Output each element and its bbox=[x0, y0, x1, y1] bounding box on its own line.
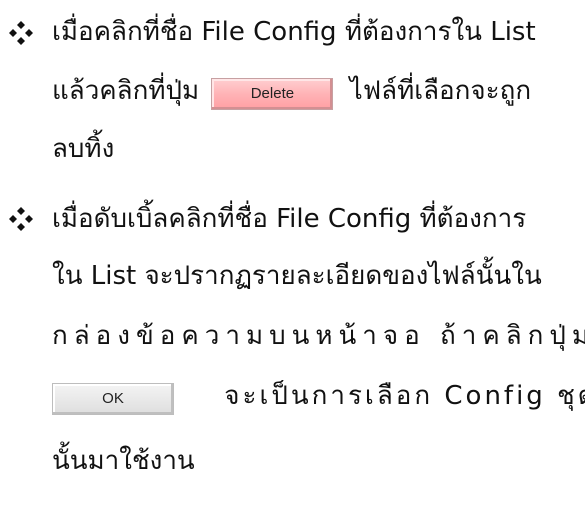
item2-line4: OK จะเป็นการเลือก Config ชุด bbox=[52, 376, 585, 416]
item1-line2: แล้วคลิกที่ปุ่ม Delete ไฟล์ที่เลือกจะถูก bbox=[52, 71, 531, 111]
delete-button[interactable]: Delete bbox=[211, 77, 334, 110]
item2-line2: ใน List จะปรากฏรายละเอียดของไฟล์นั้นใน bbox=[52, 261, 542, 291]
four-diamond-bullet-icon bbox=[9, 207, 33, 231]
item1-line2-after: ไฟล์ที่เลือกจะถูก bbox=[349, 76, 532, 106]
item2-line1: เมื่อดับเบิ้ลคลิกที่ชื่อ File Config ที่… bbox=[52, 204, 527, 234]
item2-line3: กล่องข้อความบนหน้าจอ ถ้าคลิกปุ่ม bbox=[52, 321, 585, 351]
item2-line5: นั้นมาใช้งาน bbox=[52, 446, 195, 476]
instruction-page: เมื่อคลิกที่ชื่อ File Config ที่ต้องการใ… bbox=[0, 0, 585, 516]
ok-button[interactable]: OK bbox=[52, 382, 174, 415]
four-diamond-bullet-icon bbox=[9, 21, 33, 45]
item2-line4-after: จะเป็นการเลือก Config ชุด bbox=[224, 381, 585, 411]
item1-line2-before: แล้วคลิกที่ปุ่ม bbox=[52, 76, 200, 106]
item1-line3: ลบทิ้ง bbox=[52, 134, 115, 164]
item1-line1: เมื่อคลิกที่ชื่อ File Config ที่ต้องการใ… bbox=[52, 17, 536, 47]
